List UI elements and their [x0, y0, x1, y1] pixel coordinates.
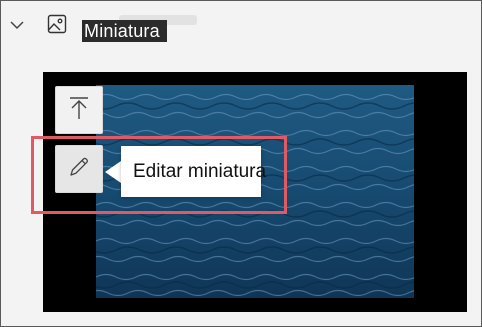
upload-thumbnail-button[interactable]: [55, 86, 103, 134]
upload-arrow-icon: [67, 95, 91, 126]
image-icon: [46, 13, 68, 35]
section-title: Miniatura: [82, 20, 167, 42]
callout-highlight-box: [31, 136, 287, 214]
chevron-down-icon[interactable]: [8, 18, 26, 32]
thumbnail-panel: Miniatura Editar miniatura: [0, 0, 482, 327]
